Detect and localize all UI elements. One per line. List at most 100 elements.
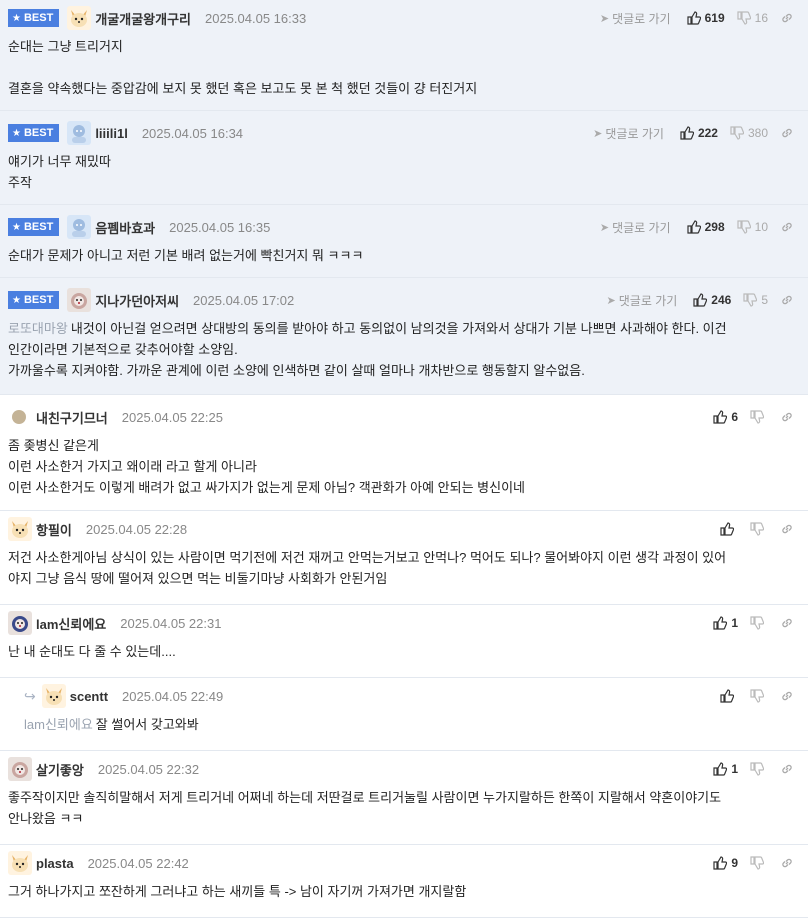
go-to-reply-link[interactable]: ➤ 댓글로 가기 (593, 125, 664, 142)
comment-actions (720, 511, 794, 547)
comment: 항필이 2025.04.05 22:28 저건 사소한게아님 상식이 있는 사람… (0, 511, 808, 605)
avatar[interactable] (8, 757, 32, 781)
downvote-button[interactable]: 16 (737, 11, 768, 25)
link-icon[interactable] (780, 522, 794, 536)
upvote-button[interactable]: 619 (687, 11, 725, 25)
link-icon[interactable] (780, 410, 794, 424)
link-icon[interactable] (780, 616, 794, 630)
downvote-button[interactable]: 5 (743, 293, 768, 307)
author-name[interactable]: lam신뢰에요 (36, 614, 106, 633)
link-icon[interactable] (780, 856, 794, 870)
downvote-button[interactable] (750, 689, 768, 703)
comment-body: 좀 좆병신 같은게 이런 사소한거 가지고 왜이래 라고 할게 아니라 이런 사… (8, 435, 800, 508)
best-badge: ★ BEST (8, 9, 60, 27)
star-icon: ★ (12, 221, 21, 233)
author-name[interactable]: 개굴개굴왕개구리 (95, 9, 191, 28)
author-name[interactable]: scentt (70, 689, 108, 704)
comment-date: 2025.04.05 22:32 (97, 761, 200, 777)
go-to-reply-link[interactable]: ➤ 댓글로 가기 (600, 10, 671, 27)
avatar[interactable] (67, 6, 92, 30)
thumbs-down-icon (730, 126, 744, 140)
downvote-button[interactable]: 380 (730, 126, 768, 140)
avatar[interactable] (12, 410, 26, 424)
comment-body: 저건 사소한게아님 상식이 있는 사람이면 먹기전에 저건 재꺼고 안먹는거보고… (8, 547, 800, 599)
upvote-button[interactable]: 298 (687, 220, 725, 234)
upvote-button[interactable]: 1 (713, 762, 738, 776)
go-to-reply-link[interactable]: ➤ 댓글로 가기 (600, 219, 671, 236)
comment-actions: ➤ 댓글로 가기 246 5 (607, 282, 794, 318)
downvote-button[interactable] (750, 856, 768, 870)
upvote-count: 9 (731, 856, 738, 870)
upvote-button[interactable] (720, 522, 738, 536)
upvote-count: 298 (704, 220, 725, 234)
thumbs-up-icon (720, 689, 734, 703)
reply-link-label: 댓글로 가기 (612, 11, 671, 26)
comment-text: 주작 (8, 175, 32, 190)
best-badge: ★ BEST (8, 124, 60, 142)
author-name[interactable]: 내친구기므너 (36, 408, 108, 427)
thumbs-up-icon (713, 616, 728, 630)
comment-actions: 9 (713, 845, 794, 881)
link-icon[interactable] (780, 689, 794, 703)
downvote-button[interactable] (750, 616, 768, 630)
avatar[interactable] (67, 121, 92, 145)
reply-link-label: 댓글로 가기 (612, 220, 671, 235)
author-name[interactable]: plasta (36, 856, 74, 871)
comment: 내친구기므너 2025.04.05 22:25 6 좀 좆병신 같은게 이런 사… (0, 395, 808, 511)
link-icon[interactable] (780, 126, 794, 140)
thumbs-down-icon (750, 616, 764, 630)
upvote-count: 222 (697, 126, 718, 140)
comment-header: 내친구기므너 2025.04.05 22:25 6 (8, 399, 800, 435)
upvote-button[interactable]: 6 (713, 410, 738, 424)
upvote-button[interactable]: 222 (680, 126, 718, 140)
thumbs-up-icon (687, 220, 701, 234)
downvote-button[interactable] (750, 522, 768, 536)
avatar[interactable] (8, 851, 32, 875)
avatar[interactable] (67, 215, 92, 239)
downvote-button[interactable]: 10 (737, 220, 768, 234)
comment-text: 얘기가 너무 재밌따 (8, 154, 111, 169)
author-name[interactable]: 음펨바효과 (95, 218, 155, 237)
comment-date: 2025.04.05 22:42 (87, 855, 189, 871)
best-label: BEST (23, 12, 54, 24)
link-icon[interactable] (780, 293, 794, 307)
avatar[interactable] (41, 684, 66, 708)
avatar[interactable] (67, 288, 92, 312)
upvote-count: 246 (711, 293, 732, 307)
upvote-button[interactable] (720, 689, 738, 703)
link-icon[interactable] (780, 220, 794, 234)
link-icon[interactable] (780, 762, 794, 776)
comment-blank-line (8, 57, 800, 78)
mention-tag[interactable]: 로또대마왕 (8, 321, 68, 336)
mention-tag[interactable]: lam신뢰에요 (24, 717, 93, 732)
avatar[interactable] (8, 611, 32, 635)
author-name[interactable]: 지나가던아저씨 (95, 291, 179, 310)
downvote-button[interactable] (750, 762, 768, 776)
comment-actions (720, 678, 794, 714)
upvote-button[interactable]: 1 (713, 616, 738, 630)
send-arrow-icon: ➤ (606, 294, 616, 307)
comment-date: 2025.04.05 22:28 (85, 521, 188, 537)
downvote-button[interactable] (750, 410, 768, 424)
send-arrow-icon: ➤ (599, 221, 610, 234)
thumbs-down-icon (737, 220, 751, 234)
comment-header: ★ BEST 개굴개굴왕개구리 2025.04.05 16:33 ➤ 댓글로 가기 … (8, 0, 800, 36)
comment-text: lam신뢰에요 잘 썰어서 갖고와봐 (24, 714, 800, 735)
author-name[interactable]: 살기좋앙 (36, 760, 84, 779)
link-icon[interactable] (780, 11, 794, 25)
comment-text: 가까울수록 지켜야함. 가까운 관계에 이런 소양에 인색하면 같이 살때 얼마… (8, 363, 585, 378)
comment-text: 난 내 순대도 다 줄 수 있는데.... (8, 644, 176, 659)
author-name[interactable]: 항필이 (36, 520, 72, 539)
upvote-button[interactable]: 9 (713, 856, 738, 870)
best-label: BEST (23, 294, 54, 306)
upvote-button[interactable]: 246 (693, 293, 731, 307)
comment-body: 순대는 그냥 트리거지 결혼을 약속했다는 중압감에 보지 못 했던 혹은 보고… (8, 36, 800, 109)
comment-text: 이런 사소한거 가지고 왜이래 라고 할게 아니라 (8, 459, 257, 474)
author-name[interactable]: liiili1l (95, 126, 128, 141)
avatar[interactable] (8, 517, 32, 541)
go-to-reply-link[interactable]: ➤ 댓글로 가기 (607, 292, 678, 309)
thumbs-up-icon (693, 293, 708, 307)
comment-text: 결혼을 약속했다는 중압감에 보지 못 했던 혹은 보고도 못 본 척 했던 것… (8, 81, 478, 96)
comment-header: plasta 2025.04.05 22:42 9 (8, 845, 800, 881)
upvote-count: 6 (731, 410, 738, 424)
